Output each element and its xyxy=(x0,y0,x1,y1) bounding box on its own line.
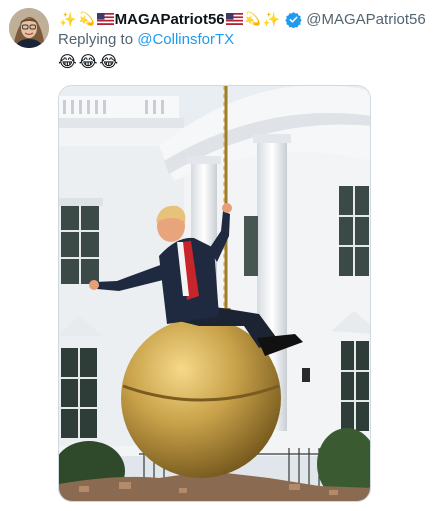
display-name-group[interactable]: ✨ 💫 MAGAPatriot56 💫 ✨ xyxy=(58,11,281,28)
avatar-image xyxy=(9,8,49,48)
reply-to-link[interactable]: @CollinsforTX xyxy=(137,31,234,48)
sparkles-icon: ✨ xyxy=(262,10,281,27)
laughing-emoji: 😂 xyxy=(78,54,98,71)
us-flag-icon xyxy=(96,13,114,25)
tweet-text: 😂 😂 😂 xyxy=(58,52,118,72)
display-name: MAGAPatriot56 xyxy=(114,10,225,28)
reply-prefix: Replying to xyxy=(58,31,134,48)
us-flag-icon xyxy=(225,13,243,25)
reply-context: Replying to @CollinsforTX xyxy=(58,31,234,48)
sparkles-icon: ✨ xyxy=(59,10,77,27)
tweet-header: ✨ 💫 MAGAPatriot56 💫 ✨ @MAGAPatriot56 xyxy=(58,9,441,29)
verified-badge-icon[interactable] xyxy=(285,11,302,28)
tweet-media-image[interactable] xyxy=(58,85,371,502)
laughing-emoji: 😂 xyxy=(58,54,77,71)
media-photo xyxy=(59,86,370,501)
comet-icon: 💫 xyxy=(244,11,261,26)
laughing-emoji: 😂 xyxy=(99,54,119,71)
user-handle[interactable]: @MAGAPatriot56 xyxy=(306,11,425,28)
avatar[interactable] xyxy=(9,8,49,48)
comet-icon: 💫 xyxy=(78,11,95,26)
